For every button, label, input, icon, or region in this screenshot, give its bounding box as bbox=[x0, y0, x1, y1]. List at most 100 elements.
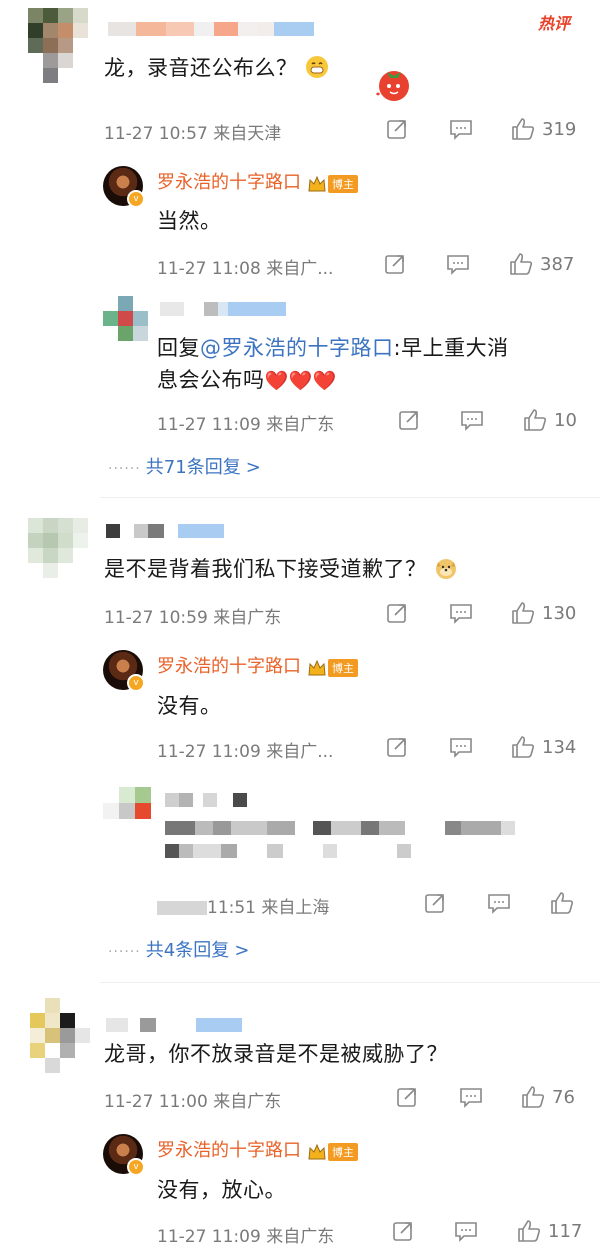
hearts-emoji: ❤️❤️❤️ bbox=[264, 370, 337, 392]
avatar[interactable] bbox=[28, 8, 88, 83]
comment-button[interactable] bbox=[459, 1086, 483, 1108]
sub-reply-text-line2: 息会公布吗❤️❤️❤️ bbox=[157, 368, 337, 392]
username-blurred[interactable] bbox=[108, 18, 314, 37]
share-icon bbox=[392, 1220, 414, 1242]
like-count: 319 bbox=[542, 118, 577, 140]
like-button[interactable] bbox=[549, 890, 575, 916]
share-icon bbox=[396, 1086, 418, 1108]
share-icon bbox=[386, 736, 408, 758]
more-replies-link[interactable]: ······ 共71条回复 > bbox=[108, 453, 261, 479]
comment-button[interactable] bbox=[449, 118, 473, 140]
comment-button[interactable] bbox=[446, 253, 470, 275]
comment-icon bbox=[460, 409, 484, 431]
comment-meta: 11-27 11:00 来自广东 bbox=[104, 1092, 282, 1112]
like-button[interactable]: 117 bbox=[516, 1218, 582, 1244]
reply-author[interactable]: 罗永浩的十字路口 bbox=[157, 172, 301, 193]
owner-avatar[interactable]: v bbox=[103, 1134, 145, 1176]
like-count: 134 bbox=[542, 736, 577, 758]
avatar[interactable] bbox=[28, 518, 88, 578]
thumbs-up-icon bbox=[510, 600, 536, 626]
owner-avatar[interactable]: v bbox=[103, 166, 145, 208]
comment-icon bbox=[459, 1086, 483, 1108]
comment-icon bbox=[454, 1220, 478, 1242]
thumbs-up-icon bbox=[510, 734, 536, 760]
blurred-reply-text bbox=[165, 817, 515, 859]
reply-meta: 11-27 11:09 来自广... bbox=[157, 742, 334, 762]
reply-author[interactable]: 罗永浩的十字路口 bbox=[157, 1140, 301, 1161]
chevron-right-icon: > bbox=[234, 940, 250, 961]
comment-icon bbox=[487, 892, 511, 914]
username-blurred[interactable] bbox=[106, 1014, 242, 1033]
reply-text: 当然。 bbox=[157, 209, 222, 233]
like-button[interactable]: 10 bbox=[522, 407, 577, 433]
doge-emoji-icon bbox=[434, 556, 458, 585]
forward-button[interactable] bbox=[384, 253, 406, 275]
forward-button[interactable] bbox=[398, 409, 420, 431]
like-count: 10 bbox=[554, 409, 577, 431]
hot-comment-label: 热评 bbox=[537, 14, 570, 33]
like-count: 130 bbox=[542, 602, 577, 624]
comment-icon bbox=[449, 118, 473, 140]
comment-meta: 11-27 10:57 来自天津 bbox=[104, 124, 282, 144]
thumbs-up-icon bbox=[520, 1084, 546, 1110]
forward-button[interactable] bbox=[424, 892, 446, 914]
like-button[interactable]: 319 bbox=[510, 116, 576, 142]
dots-icon: ······ bbox=[108, 944, 141, 960]
blogger-badge: 博主 bbox=[307, 174, 358, 193]
forward-button[interactable] bbox=[386, 602, 408, 624]
avatar[interactable] bbox=[30, 998, 90, 1073]
owner-name-row: 罗永浩的十字路口 博主 bbox=[157, 168, 358, 194]
share-icon bbox=[386, 602, 408, 624]
like-button[interactable]: 387 bbox=[508, 251, 574, 277]
forward-button[interactable] bbox=[392, 1220, 414, 1242]
grin-emoji-icon bbox=[305, 55, 329, 84]
owner-name-row: 罗永浩的十字路口 博主 bbox=[157, 1136, 358, 1162]
mention-link[interactable]: @罗永浩的十字路口 bbox=[200, 336, 394, 360]
avatar[interactable] bbox=[103, 296, 148, 341]
username-blurred[interactable] bbox=[106, 520, 224, 539]
comment-button[interactable] bbox=[454, 1220, 478, 1242]
dots-icon: ······ bbox=[108, 461, 141, 477]
tomato-sticker-icon bbox=[372, 64, 412, 108]
forward-button[interactable] bbox=[386, 736, 408, 758]
avatar[interactable] bbox=[103, 787, 151, 819]
more-replies-link[interactable]: ······ 共4条回复 > bbox=[108, 936, 249, 962]
reply-meta: 11-27 11:09 来自广东 bbox=[157, 1227, 335, 1247]
sub-reply-text: 回复@罗永浩的十字路口:早上重大消 bbox=[157, 336, 509, 360]
reply-text: 没有，放心。 bbox=[157, 1178, 286, 1202]
chevron-right-icon: > bbox=[245, 457, 261, 478]
username-blurred[interactable] bbox=[165, 789, 247, 808]
comment-icon bbox=[449, 736, 473, 758]
comment-button[interactable] bbox=[487, 892, 511, 914]
crown-icon bbox=[308, 1143, 326, 1159]
comment-button[interactable] bbox=[460, 409, 484, 431]
like-button[interactable]: 130 bbox=[510, 600, 576, 626]
owner-name-row: 罗永浩的十字路口 博主 bbox=[157, 652, 358, 678]
reply-meta: 11-27 11:08 来自广... bbox=[157, 259, 334, 279]
like-button[interactable]: 76 bbox=[520, 1084, 575, 1110]
thumbs-up-icon bbox=[508, 251, 534, 277]
thumbs-up-icon bbox=[510, 116, 536, 142]
thumbs-up-icon bbox=[516, 1218, 542, 1244]
forward-button[interactable] bbox=[396, 1086, 418, 1108]
sub-reply-meta: 11:51 来自上海 bbox=[157, 893, 329, 918]
reply-author[interactable]: 罗永浩的十字路口 bbox=[157, 656, 301, 677]
like-button[interactable]: 134 bbox=[510, 734, 576, 760]
share-icon bbox=[386, 118, 408, 140]
username-blurred[interactable] bbox=[160, 298, 286, 317]
blogger-badge: 博主 bbox=[307, 1142, 358, 1161]
comment-text: 是不是背着我们私下接受道歉了？ bbox=[104, 553, 458, 585]
share-icon bbox=[384, 253, 406, 275]
comment-button[interactable] bbox=[449, 602, 473, 624]
comment-button[interactable] bbox=[449, 736, 473, 758]
owner-avatar[interactable]: v bbox=[103, 650, 145, 692]
thumbs-up-icon bbox=[522, 407, 548, 433]
divider bbox=[100, 982, 600, 983]
like-count: 387 bbox=[540, 253, 575, 275]
forward-button[interactable] bbox=[386, 118, 408, 140]
crown-icon bbox=[308, 175, 326, 191]
comment-meta: 11-27 10:59 来自广东 bbox=[104, 608, 282, 628]
divider bbox=[100, 497, 600, 498]
comment-icon bbox=[446, 253, 470, 275]
share-icon bbox=[398, 409, 420, 431]
